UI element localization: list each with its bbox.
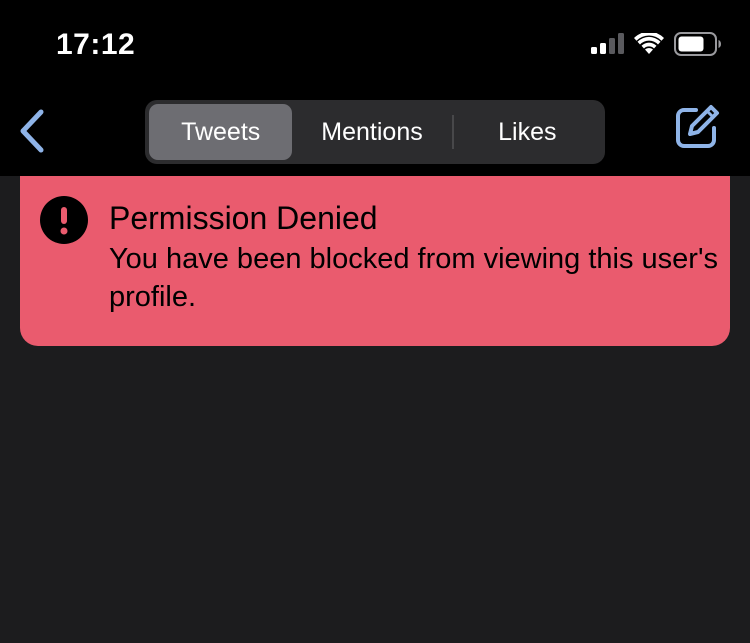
tab-tweets[interactable]: Tweets — [149, 104, 293, 160]
status-icons — [590, 31, 722, 61]
exclamation-circle-icon — [40, 196, 88, 244]
wifi-icon — [634, 31, 664, 60]
compose-icon — [674, 104, 720, 155]
battery-icon — [674, 31, 722, 61]
back-button[interactable] — [12, 108, 52, 158]
status-bar: 17:12 — [0, 0, 750, 92]
error-title: Permission Denied — [109, 200, 378, 236]
compose-button[interactable] — [672, 104, 722, 154]
tab-segmented-control: Tweets Mentions Likes — [145, 100, 605, 164]
tab-likes-label: Likes — [498, 117, 557, 146]
status-time: 17:12 — [56, 28, 136, 61]
tab-mentions[interactable]: Mentions — [292, 104, 451, 160]
cellular-signal-icon — [590, 32, 624, 60]
chevron-left-icon — [17, 109, 47, 158]
screen: 17:12 Tweets Mentions Likes Permission D… — [0, 0, 750, 643]
tab-mentions-label: Mentions — [321, 117, 423, 146]
tab-likes[interactable]: Likes — [454, 104, 601, 160]
tab-tweets-label: Tweets — [181, 117, 261, 146]
error-message: You have been blocked from viewing this … — [109, 243, 718, 313]
nav-bar: Tweets Mentions Likes — [0, 92, 750, 176]
error-banner: Permission Denied You have been blocked … — [20, 176, 730, 346]
